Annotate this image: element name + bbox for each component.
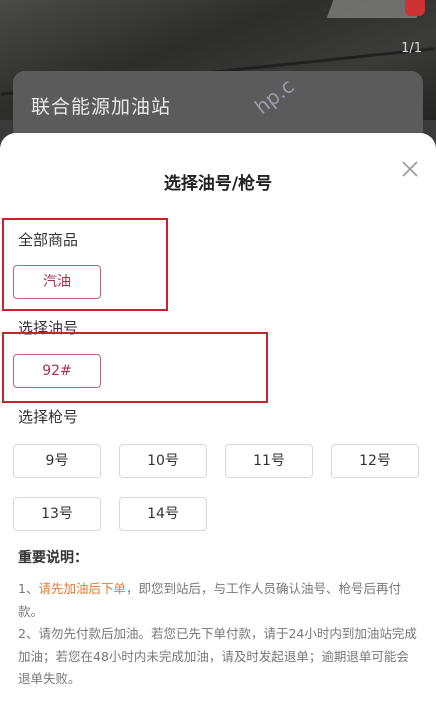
nozzle-option-11[interactable]: 11号 xyxy=(225,444,313,478)
nozzle-option-9[interactable]: 9号 xyxy=(13,444,101,478)
note-item-1-prefix: 1、 xyxy=(18,581,39,596)
note-item-1-highlight: 请先加油后下单 xyxy=(38,581,126,596)
notes-body: 1、请先加油后下单，即您到站后，与工作人员确认油号、枪号后再付款。 2、请勿先付… xyxy=(18,578,418,691)
station-name: 联合能源加油站 xyxy=(31,96,172,118)
nozzle-option-13[interactable]: 13号 xyxy=(13,497,101,531)
nozzle-option-10[interactable]: 10号 xyxy=(119,444,207,478)
note-item-2: 2、请勿先付款后加油。若您已先下单付款，请于24小时内到加油站完成加油；若您在4… xyxy=(18,626,417,686)
photo-red-object xyxy=(405,0,425,16)
close-button[interactable] xyxy=(396,155,424,183)
nozzle-section-label: 选择枪号 xyxy=(18,408,79,426)
nozzle-option-12[interactable]: 12号 xyxy=(331,444,419,478)
select-fuel-sheet: 选择油号/枪号 全部商品 汽油 选择油号 92# 选择枪号 9号 10号 11号… xyxy=(0,133,436,714)
highlight-box-product xyxy=(2,218,168,311)
highlight-box-fuel xyxy=(2,332,268,403)
sheet-title: 选择油号/枪号 xyxy=(163,174,273,194)
note-item-1: 1、请先加油后下单，即您到站后，与工作人员确认油号、枪号后再付款。 xyxy=(18,578,418,623)
notes-title: 重要说明： xyxy=(18,550,88,566)
image-counter: 1/1 xyxy=(401,41,422,56)
close-icon xyxy=(402,161,418,177)
nozzle-option-14[interactable]: 14号 xyxy=(119,497,207,531)
